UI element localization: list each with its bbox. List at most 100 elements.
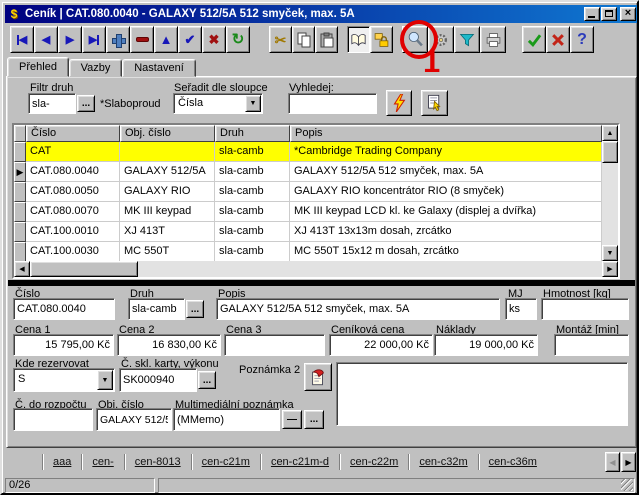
scissors-icon: ✂ (275, 33, 287, 47)
paste-button[interactable] (315, 26, 338, 53)
column-header-druh[interactable]: Druh (215, 125, 290, 142)
refresh-button[interactable]: ↻ (226, 26, 250, 53)
hscroll-left-button[interactable]: ◀ (14, 261, 30, 277)
column-header-cislo[interactable]: Číslo (26, 125, 120, 142)
mj-field[interactable] (505, 298, 537, 320)
vscroll-thumb[interactable] (602, 141, 618, 163)
nav-last-icon: ▶ (89, 33, 99, 46)
lock-button[interactable] (370, 26, 393, 53)
hscroll-thumb[interactable] (30, 261, 138, 277)
dataset-link-cen-c36m[interactable]: cen-c36m (489, 456, 537, 468)
nav-first-button[interactable]: ◀ (10, 26, 34, 53)
kde-dropdown-arrow-icon[interactable]: ▼ (97, 370, 113, 390)
cislo-field[interactable] (13, 298, 115, 320)
row-indicator (14, 242, 26, 262)
cena2-field[interactable] (117, 334, 221, 356)
status-message-panel (158, 478, 635, 493)
dataset-link-cen-8013[interactable]: cen-8013 (135, 456, 181, 468)
grid-detail-splitter[interactable] (8, 280, 635, 286)
close-button[interactable]: × (620, 7, 636, 21)
mmemo-ellipsis-button[interactable]: ... (304, 410, 324, 429)
filter-button[interactable] (454, 26, 480, 53)
ok-button[interactable] (522, 26, 546, 53)
print-button[interactable] (480, 26, 506, 53)
current-row-marker: ▶ (14, 162, 26, 182)
cancel-record-button[interactable]: ✖ (202, 26, 226, 53)
title-bar[interactable]: $ Ceník | CAT.080.0040 - GALAXY 512/5A 5… (5, 5, 638, 23)
filtr-druh-input[interactable] (28, 93, 76, 114)
help-button[interactable]: ? (570, 26, 594, 53)
book-view-button[interactable] (347, 26, 370, 53)
maximize-button[interactable] (601, 7, 617, 21)
copy-button[interactable] (292, 26, 315, 53)
obj-cislo-field[interactable] (96, 408, 172, 431)
filtr-druh-ellipsis-button[interactable]: ... (77, 95, 95, 112)
locate-record-button[interactable] (421, 90, 448, 116)
nav-last-button[interactable]: ▶ (82, 26, 106, 53)
filtr-druh-hint: *Slaboproud (100, 98, 161, 110)
dataset-link-cen-c21m-d[interactable]: cen-c21m-d (271, 456, 329, 468)
poznamka2-memo[interactable] (336, 362, 628, 426)
maximize-icon (605, 10, 613, 17)
cut-button[interactable]: ✂ (269, 26, 292, 53)
search-execute-button[interactable] (386, 90, 412, 116)
sort-dropdown[interactable]: Čísla ▼ (173, 93, 263, 114)
dataset-link-cen-c21m[interactable]: cen-c21m (202, 456, 250, 468)
popis-field[interactable] (216, 298, 500, 320)
poznamka2-button[interactable] (304, 363, 332, 391)
mmemo-field[interactable] (173, 408, 280, 431)
edit-record-button[interactable]: ▲ (154, 26, 178, 53)
rozpocet-field[interactable] (13, 408, 93, 431)
kde-rezervovat-dropdown[interactable]: S ▼ (13, 368, 115, 392)
mmemo-minus-button[interactable]: — (282, 410, 302, 429)
column-header-popis[interactable]: Popis (290, 125, 602, 142)
vscroll-down-button[interactable]: ▼ (602, 245, 618, 261)
printer-icon (485, 32, 502, 48)
montaz-field[interactable] (554, 334, 629, 356)
hmotnost-field[interactable] (541, 298, 629, 320)
table-row[interactable]: CAT.100.0030 MC 550T sla-camb MC 550T 15… (14, 242, 602, 262)
nav-prior-button[interactable]: ◀ (34, 26, 58, 53)
druh-ellipsis-button[interactable]: ... (186, 300, 204, 318)
dataset-link-cen-c32m[interactable]: cen-c32m (419, 456, 467, 468)
post-record-button[interactable]: ✔ (178, 26, 202, 53)
skl-karta-ellipsis-button[interactable]: ... (198, 371, 216, 389)
druh-field[interactable] (128, 298, 185, 320)
annotation-number: 1 (423, 46, 440, 77)
skl-karta-field[interactable] (119, 368, 197, 392)
naklady-field[interactable] (434, 334, 538, 356)
cancel-x-icon: ✖ (209, 33, 220, 46)
vscroll-up-button[interactable]: ▲ (602, 125, 618, 141)
grid-corner-cell[interactable] (14, 125, 26, 142)
dataset-nav-bar: aaa cen- cen-8013 cen-c21m cen-c21m-d ce… (6, 449, 637, 475)
cancel-button[interactable] (546, 26, 570, 53)
insert-record-button[interactable] (106, 26, 130, 53)
cenikova-field[interactable] (329, 334, 433, 356)
red-x-icon (550, 32, 566, 48)
sort-dropdown-arrow-icon[interactable]: ▼ (245, 95, 261, 112)
dataset-link-aaa[interactable]: aaa (53, 456, 71, 468)
minimize-icon (588, 16, 595, 18)
form-cursor-icon (426, 94, 443, 112)
table-row[interactable]: CAT.100.0010 XJ 413T sla-camb XJ 413T 13… (14, 222, 602, 242)
table-row[interactable]: CAT sla-camb *Cambridge Trading Company (14, 142, 602, 162)
table-row[interactable]: CAT.080.0070 MK III keypad sla-camb MK I… (14, 202, 602, 222)
tab-vazby[interactable]: Vazby (69, 59, 122, 77)
edit-triangle-icon: ▲ (160, 33, 173, 46)
table-row[interactable]: CAT.080.0050 GALAXY RIO sla-camb GALAXY … (14, 182, 602, 202)
dataset-link-cen[interactable]: cen- (92, 456, 113, 468)
dataset-link-cen-c22m[interactable]: cen-c22m (350, 456, 398, 468)
cena1-field[interactable] (13, 334, 114, 356)
hscroll-right-button[interactable]: ▶ (602, 261, 618, 277)
delete-record-button[interactable] (130, 26, 154, 53)
nav-next-icon: ▶ (66, 33, 74, 46)
tab-nastaveni[interactable]: Nastavení (122, 59, 196, 77)
cena3-field[interactable] (224, 334, 325, 356)
resize-grip[interactable] (621, 479, 633, 491)
column-header-obj-cislo[interactable]: Obj. číslo (120, 125, 215, 142)
tab-prehled[interactable]: Přehled (7, 57, 69, 77)
nav-next-button[interactable]: ▶ (58, 26, 82, 53)
table-row[interactable]: ▶ CAT.080.0040 GALAXY 512/5A sla-camb GA… (14, 162, 602, 182)
minimize-button[interactable] (584, 7, 600, 21)
search-input[interactable] (288, 93, 377, 114)
